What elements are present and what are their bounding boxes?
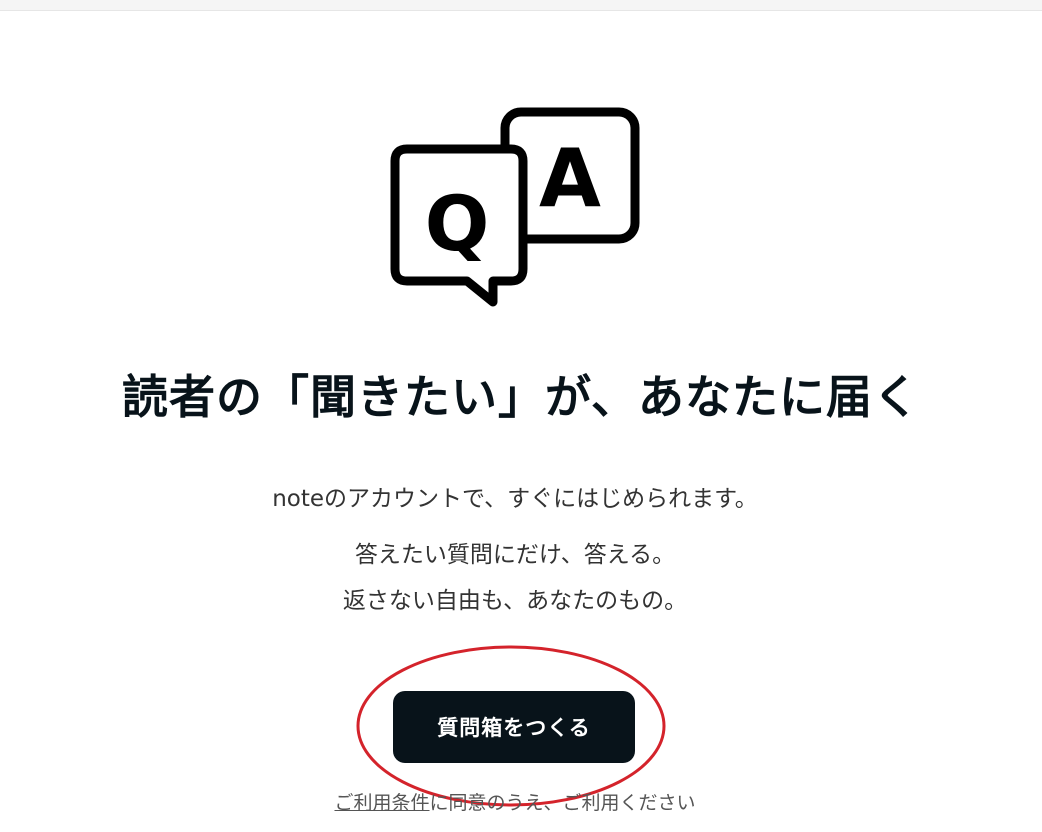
question-letter: Q — [425, 179, 490, 268]
answer-letter: A — [539, 132, 601, 225]
create-question-box-button[interactable]: 質問箱をつくる — [393, 691, 635, 763]
page: A Q 読者の「聞きたい」が、あなたに届く noteのアカウントで、すぐにはじめ… — [0, 0, 1042, 832]
tagline-line-2: 返さない自由も、あなたのもの。 — [342, 588, 688, 614]
terms-link[interactable]: ご利用条件 — [334, 792, 429, 814]
browser-top-edge — [0, 0, 1042, 11]
tagline-line-1: 答えたい質問にだけ、答える。 — [354, 542, 676, 568]
qa-speech-bubbles-icon: A Q — [385, 104, 643, 312]
terms-rest-text: に同意のうえ、ご利用ください — [429, 792, 696, 814]
page-headline: 読者の「聞きたい」が、あなたに届く — [121, 370, 921, 424]
cta-area: 質問箱をつくる — [354, 640, 668, 808]
terms-notice: ご利用条件に同意のうえ、ご利用ください — [0, 788, 1030, 815]
intro-text: noteのアカウントで、すぐにはじめられます。 — [272, 486, 758, 512]
